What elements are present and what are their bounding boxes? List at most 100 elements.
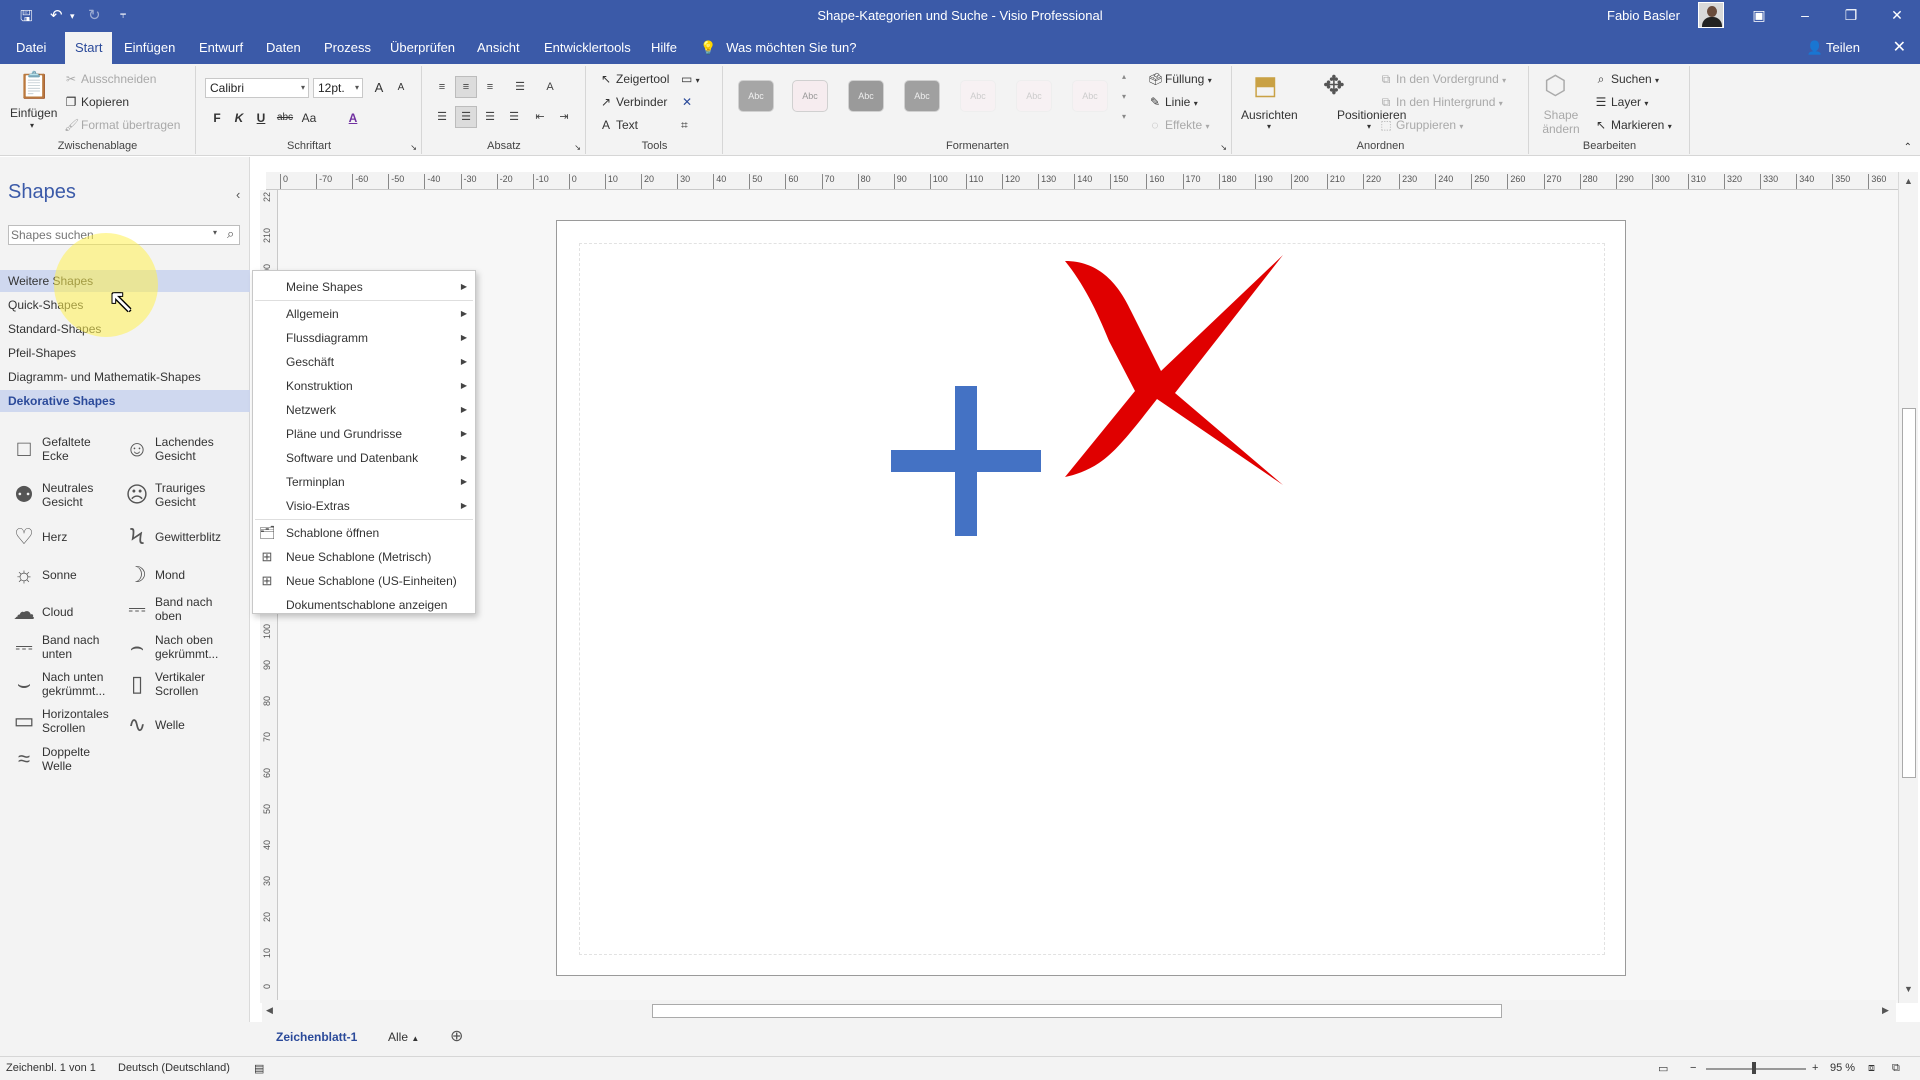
position-icon[interactable]: ✥ [1323, 70, 1345, 101]
zoom-level[interactable]: 95 % [1830, 1062, 1855, 1074]
style-swatch-2[interactable]: Abc [792, 80, 828, 112]
tab-einfuegen[interactable]: Einfügen [116, 32, 183, 64]
menu-item-software-database[interactable]: Software und Datenbank ▶ [253, 446, 475, 470]
scroll-down-icon[interactable]: ▼ [1904, 984, 1913, 994]
menu-item-business[interactable]: Geschäft ▶ [253, 350, 475, 374]
add-sheet-icon[interactable]: ⊕ [450, 1026, 463, 1046]
stencil-item[interactable]: ☺ Lachendes Gesicht [121, 431, 231, 467]
grow-font-button[interactable]: A [369, 78, 389, 98]
drawing-page[interactable] [556, 220, 1626, 976]
stencil-item[interactable]: ⎓ Band nach oben [121, 591, 231, 627]
vertical-scroll-thumb[interactable] [1902, 408, 1916, 778]
menu-item-engineering[interactable]: Konstruktion ▶ [253, 374, 475, 398]
menu-item-flowchart[interactable]: Flussdiagramm ▶ [253, 326, 475, 350]
change-case-button[interactable]: Aa [299, 108, 319, 128]
macro-record-icon[interactable]: ▤ [254, 1062, 264, 1075]
stencil-item[interactable]: ⌢ Nach oben gekrümmt... [121, 629, 231, 665]
style-swatch-1[interactable]: Abc [738, 80, 774, 112]
bold-button[interactable]: F [207, 108, 227, 128]
chevron-down-icon[interactable]: ▾ [213, 228, 217, 237]
menu-item-my-shapes[interactable]: Meine Shapes ▶ [253, 275, 475, 299]
stencil-item[interactable]: ≈ Doppelte Welle [8, 741, 118, 777]
stencil-item[interactable]: ☁ Cloud [8, 594, 118, 630]
align-left-icon[interactable]: ☰ [431, 106, 453, 128]
menu-item-schedule[interactable]: Terminplan ▶ [253, 470, 475, 494]
minimize-button[interactable]: – [1782, 0, 1828, 32]
change-shape-button[interactable]: Shape ändern [1540, 108, 1582, 136]
plus-shape[interactable] [891, 386, 1041, 536]
restore-button[interactable]: ❐ [1828, 0, 1874, 32]
menu-item-new-stencil-us[interactable]: ⊞ Neue Schablone (US-Einheiten) [253, 569, 475, 593]
scroll-left-icon[interactable]: ◀ [266, 1005, 273, 1016]
style-swatch-3[interactable]: Abc [848, 80, 884, 112]
zoom-out-icon[interactable]: − [1690, 1062, 1696, 1074]
user-name[interactable]: Fabio Basler [1607, 8, 1680, 23]
x-shape[interactable] [1065, 255, 1283, 485]
menu-item-show-document-stencil[interactable]: Dokumentschablone anzeigen [253, 593, 475, 617]
paste-icon[interactable]: 📋 [18, 70, 50, 101]
change-shape-icon[interactable]: ⬡ [1544, 70, 1567, 101]
tab-hilfe[interactable]: Hilfe [643, 32, 685, 64]
strikethrough-button[interactable]: abc [275, 108, 295, 128]
styles-scroll-up-icon[interactable]: ▴ [1122, 72, 1126, 81]
font-color-button[interactable]: A [343, 108, 363, 128]
stencil-item[interactable]: ⎓ Band nach unten [8, 629, 118, 665]
scroll-right-icon[interactable]: ▶ [1882, 1005, 1889, 1016]
format-painter-button[interactable]: 🖌 Format übertragen [64, 118, 180, 132]
avatar[interactable] [1698, 2, 1724, 28]
stencil-item[interactable]: ☼ Sonne [8, 557, 118, 593]
pointer-tool-button[interactable]: ↖ Zeigertool [599, 72, 669, 86]
share-button[interactable]: 👤 Teilen [1806, 32, 1860, 64]
zoom-slider-thumb[interactable] [1752, 1062, 1756, 1074]
stencil-item[interactable]: ▯ Vertikaler Scrollen [121, 666, 231, 702]
align-shapes-icon[interactable]: ⬒ [1253, 70, 1278, 101]
layer-button[interactable]: ☰ Layer ▾ [1594, 95, 1649, 109]
align-dropdown-icon[interactable]: ▾ [1267, 122, 1271, 131]
all-sheets-button[interactable]: Alle ▲ [388, 1030, 419, 1044]
stencil-item[interactable]: Ϟ Gewitterblitz [121, 519, 231, 555]
fit-page-icon[interactable]: ⧈ [1868, 1062, 1875, 1075]
category-arrow-shapes[interactable]: Pfeil-Shapes [0, 342, 250, 364]
paste-button[interactable]: Einfügen [10, 106, 57, 120]
category-decorative-shapes[interactable]: Dekorative Shapes [0, 390, 250, 412]
text-tool-button[interactable]: A Text [599, 118, 638, 132]
increase-indent-icon[interactable]: ⇥ [553, 106, 575, 128]
stencil-item[interactable]: ∿ Welle [121, 707, 231, 743]
crop-icon[interactable]: ⌗ [681, 118, 688, 133]
tell-me-search[interactable]: 💡 Was möchten Sie tun? [700, 32, 857, 64]
dialog-launcher-icon[interactable]: ↘ [574, 143, 581, 152]
ribbon-display-options-icon[interactable]: ▣ [1736, 0, 1782, 32]
underline-button[interactable]: U [251, 108, 271, 128]
align-top-icon[interactable]: ≡ [431, 76, 453, 98]
presentation-mode-icon[interactable]: ▭ [1658, 1062, 1668, 1075]
menu-item-open-stencil[interactable]: 🗂 Schablone öffnen [253, 521, 475, 545]
line-button[interactable]: ✎ Linie ▾ [1148, 95, 1198, 109]
stencil-item[interactable]: □ Gefaltete Ecke [8, 431, 118, 467]
text-direction-icon[interactable]: A [539, 76, 561, 98]
copy-button[interactable]: ❐ Kopieren [64, 95, 129, 109]
tab-start[interactable]: Start [65, 32, 113, 64]
select-button[interactable]: ↖ Markieren ▾ [1594, 118, 1672, 132]
style-swatch-5[interactable]: Abc [960, 80, 996, 112]
scroll-up-icon[interactable]: ▲ [1904, 176, 1913, 186]
bullets-icon[interactable]: ☰ [509, 76, 531, 98]
shrink-font-button[interactable]: A [391, 78, 411, 98]
close-icon[interactable]: ✕ [1893, 32, 1906, 64]
font-family-select[interactable]: Calibri ▾ [205, 78, 309, 98]
decrease-indent-icon[interactable]: ⇤ [529, 106, 551, 128]
align-right-icon[interactable]: ☰ [479, 106, 501, 128]
menu-item-network[interactable]: Netzwerk ▶ [253, 398, 475, 422]
position-dropdown-icon[interactable]: ▾ [1367, 122, 1371, 131]
stencil-item[interactable]: ♡ Herz [8, 519, 118, 555]
tab-ueberpruefen[interactable]: Überprüfen [382, 32, 463, 64]
effects-button[interactable]: ◌ Effekte ▾ [1148, 118, 1209, 132]
style-swatch-4[interactable]: Abc [904, 80, 940, 112]
drawing-canvas[interactable] [278, 190, 1900, 1003]
menu-item-general[interactable]: Allgemein ▶ [253, 302, 475, 326]
collapse-panel-icon[interactable]: ‹ [236, 187, 240, 202]
stencil-item[interactable]: ☹ Trauriges Gesicht [121, 477, 231, 513]
style-swatch-7[interactable]: Abc [1072, 80, 1108, 112]
category-diagram-math-shapes[interactable]: Diagramm- und Mathematik-Shapes [0, 366, 250, 388]
horizontal-scrollbar[interactable]: ◀ ▶ [262, 1000, 1896, 1022]
style-swatch-6[interactable]: Abc [1016, 80, 1052, 112]
